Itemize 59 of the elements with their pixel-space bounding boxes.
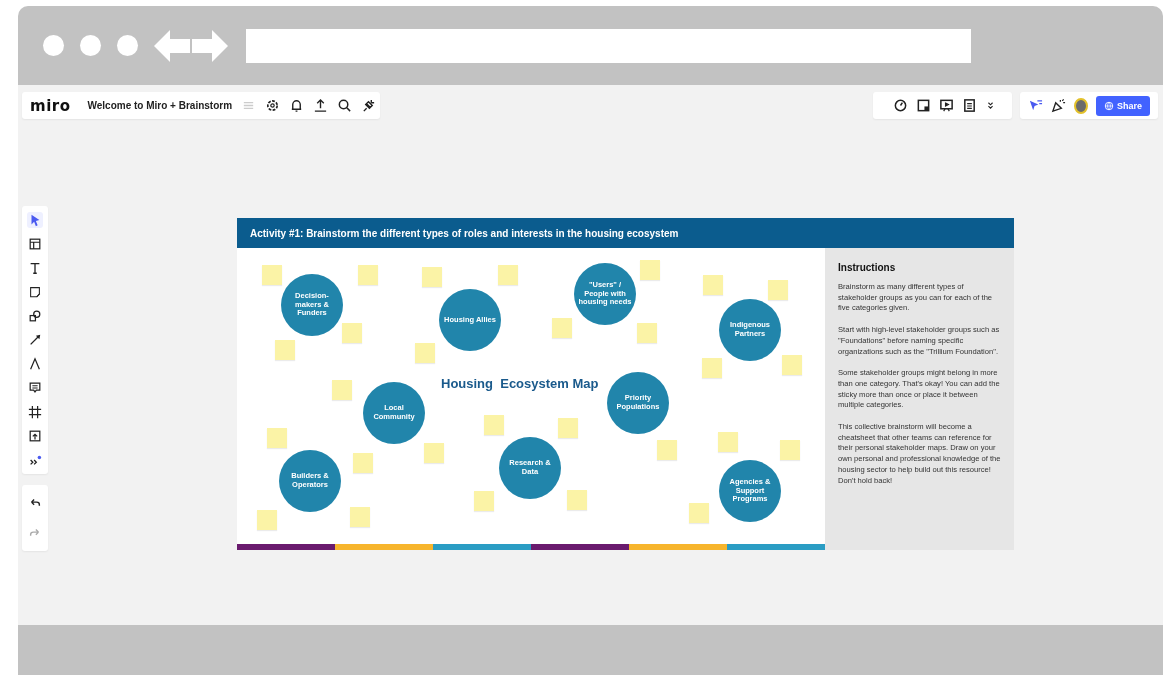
forward-arrow-icon[interactable] [192,29,228,62]
sticky-note[interactable] [262,265,282,285]
sticky-note[interactable] [689,503,709,523]
presentation-icon[interactable] [939,98,954,113]
chevrons-icon[interactable] [985,100,996,111]
timer-icon[interactable] [893,98,908,113]
upload-icon[interactable] [313,98,329,113]
sticky-note[interactable] [718,432,738,452]
upload-tool-icon[interactable] [27,428,43,444]
address-bar[interactable] [246,28,971,63]
sticky-note[interactable] [558,418,578,438]
sticky-note[interactable] [350,507,370,527]
window-dot[interactable] [43,35,64,56]
frame-tool-icon[interactable] [27,404,43,420]
frame-header: Activity #1: Brainstorm the different types of roles and interests in the housing ecosystem [237,218,1014,248]
pen-tool-icon[interactable] [27,356,43,372]
search-icon[interactable] [337,98,353,113]
sticky-note[interactable] [415,343,435,363]
sticky-note[interactable] [474,491,494,511]
globe-icon [1104,100,1114,111]
sticky-note[interactable] [498,265,518,285]
sticky-note[interactable] [637,323,657,343]
sticky-tool-icon[interactable] [27,284,43,300]
sticky-note[interactable] [657,440,677,460]
sticky-note[interactable] [332,380,352,400]
back-arrow-icon[interactable] [154,29,190,62]
board-title[interactable]: Welcome to Miro + Brainstorm [87,100,233,111]
sticky-note[interactable] [640,260,660,280]
template-tool-icon[interactable] [27,236,43,252]
shapes-tool-icon[interactable] [27,308,43,324]
miro-logo[interactable]: miro [30,96,71,115]
user-avatar[interactable] [1074,97,1088,114]
sticky-note[interactable] [257,510,277,530]
window-dot[interactable] [117,35,138,56]
sticky-note[interactable] [342,323,362,343]
sticky-note[interactable] [275,340,295,360]
instructions-title: Instructions [838,262,897,273]
sticky-note[interactable] [780,440,800,460]
sticky-note[interactable] [768,280,788,300]
sticky-note[interactable] [353,453,373,473]
sticky-note[interactable] [267,428,287,448]
map-title: Housing Ecosystem Map [441,376,599,391]
select-tool-icon[interactable] [27,212,43,228]
sticky-note[interactable] [782,355,802,375]
share-button[interactable]: Share [1096,95,1150,116]
document-icon[interactable] [962,98,977,113]
sticky-note[interactable] [422,267,442,287]
settings-icon[interactable] [265,98,281,113]
sticky-note[interactable] [702,358,722,378]
sticky-note[interactable] [358,265,378,285]
window-dot[interactable] [80,35,101,56]
note-add-icon[interactable] [916,98,931,113]
party-popper-icon[interactable] [1051,98,1066,113]
sticky-note[interactable] [552,318,572,338]
sticky-note[interactable] [703,275,723,295]
sticky-note[interactable] [424,443,444,463]
sticky-note[interactable] [484,415,504,435]
plug-icon[interactable] [361,98,377,113]
sticky-note[interactable] [567,490,587,510]
